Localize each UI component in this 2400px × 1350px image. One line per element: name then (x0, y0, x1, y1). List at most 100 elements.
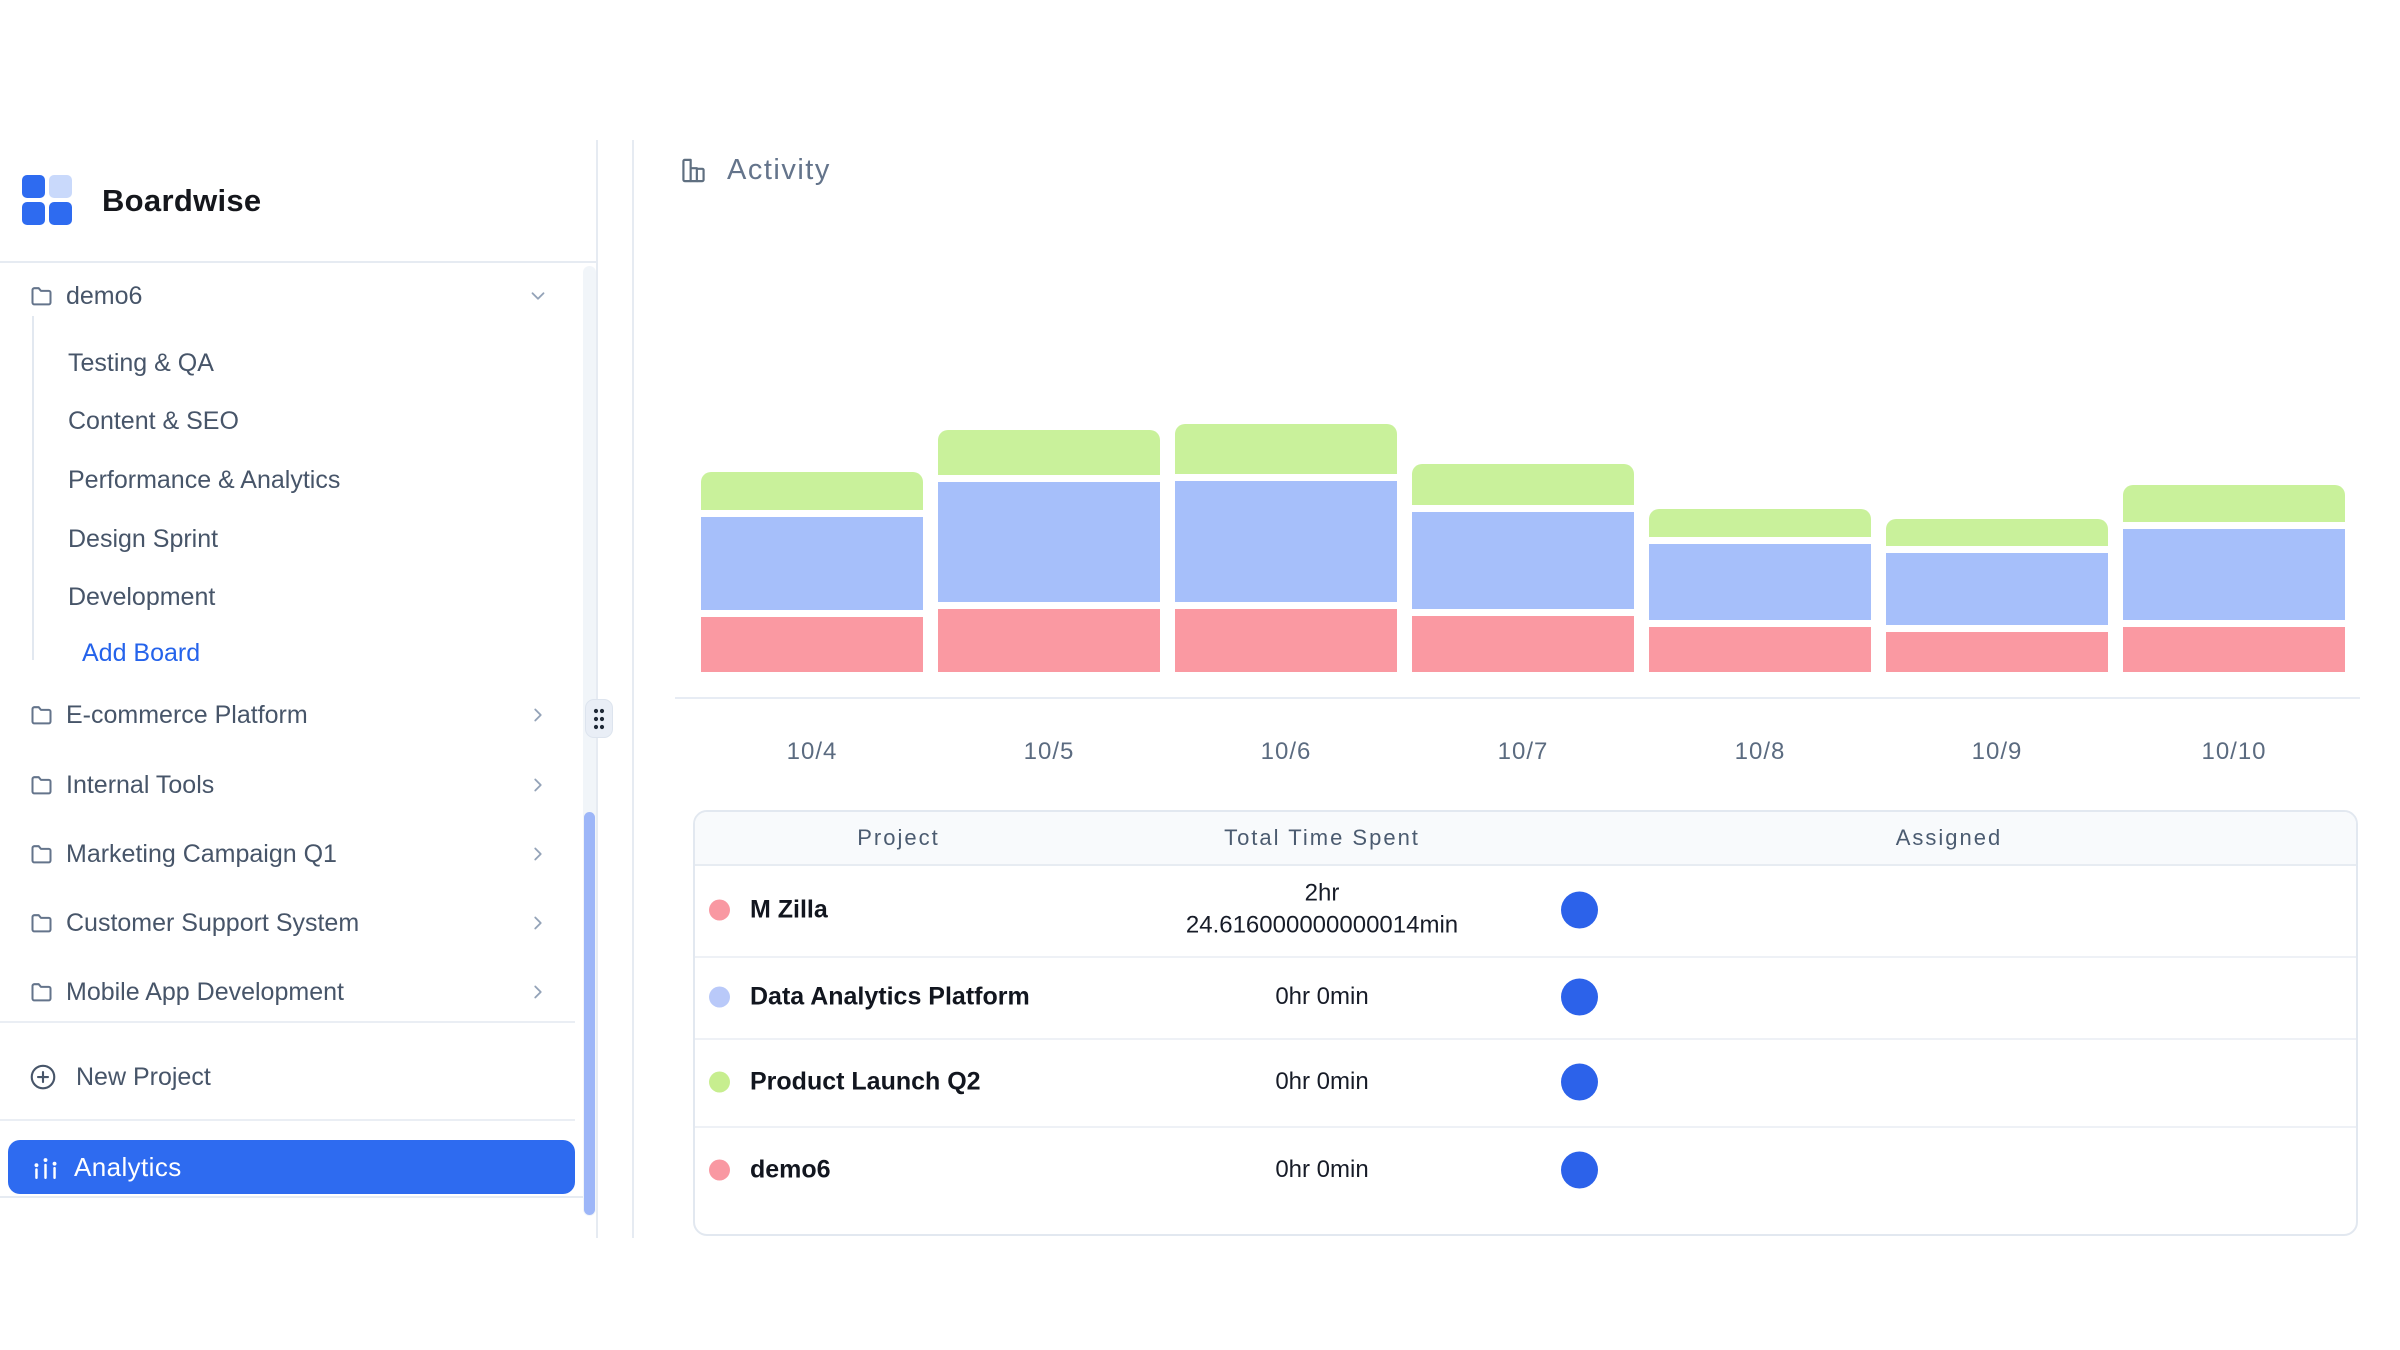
bar-segment (1412, 616, 1634, 672)
sidebar-divider (0, 261, 597, 263)
project-color-dot (709, 1160, 730, 1181)
sidebar-item-ecommerce-platform[interactable]: E-commerce Platform (0, 695, 597, 735)
sidebar-board-development[interactable]: Development (0, 577, 597, 617)
bar-10/7 (1412, 420, 1634, 672)
activity-table: Project Total Time Spent Assigned M Zill… (693, 810, 2358, 1236)
bar-segment (1886, 553, 2108, 625)
board-label: Content & SEO (68, 407, 239, 436)
bar-segment (1649, 509, 1871, 537)
sidebar-item-label: demo6 (66, 282, 142, 311)
bar-10/9 (1886, 420, 2108, 672)
x-axis-label: 10/9 (1886, 738, 2108, 766)
add-board-label: Add Board (82, 639, 200, 668)
board-label: Development (68, 583, 215, 612)
sidebar-border (596, 140, 598, 1238)
project-label: Mobile App Development (66, 978, 344, 1007)
bar-segment (701, 517, 923, 610)
sidebar-item-customer-support-system[interactable]: Customer Support System (0, 903, 597, 943)
sidebar-resize-handle[interactable] (585, 699, 613, 738)
project-name: Data Analytics Platform (750, 983, 1030, 1012)
assignee-avatar (1561, 979, 1598, 1016)
project-color-dot (709, 900, 730, 921)
bar-segment (1649, 627, 1871, 672)
x-axis-line (675, 697, 2360, 699)
bar-10/10 (2123, 420, 2345, 672)
project-name: M Zilla (750, 896, 828, 925)
bar-segment (1649, 544, 1871, 620)
folder-icon (28, 841, 55, 868)
bar-10/8 (1649, 420, 1871, 672)
sidebar-divider (0, 1119, 575, 1121)
bar-segment (1412, 512, 1634, 609)
project-color-dot (709, 1072, 730, 1093)
app-root: Boardwise demo6 Testing & QA Content & S… (0, 0, 2400, 1350)
folder-icon (28, 910, 55, 937)
bar-segment (1175, 609, 1397, 672)
bar-10/6 (1175, 420, 1397, 672)
board-label: Testing & QA (68, 349, 214, 378)
new-project-label: New Project (76, 1063, 211, 1092)
sidebar-bottom-border (0, 1196, 597, 1198)
bar-10/4 (701, 420, 923, 672)
sidebar-item-mobile-app-development[interactable]: Mobile App Development (0, 972, 597, 1012)
sidebar-board-performance-analytics[interactable]: Performance & Analytics (0, 460, 597, 500)
project-label: Marketing Campaign Q1 (66, 840, 337, 869)
bar-10/5 (938, 420, 1160, 672)
new-project-button[interactable]: New Project (0, 1057, 597, 1097)
panel-border (632, 140, 634, 1238)
board-label: Performance & Analytics (68, 466, 340, 495)
chevron-down-icon (527, 285, 549, 307)
x-axis-label: 10/10 (2123, 738, 2345, 766)
drag-handle-icon (592, 707, 606, 731)
sidebar-item-marketing-campaign-q1[interactable]: Marketing Campaign Q1 (0, 834, 597, 874)
add-board-button[interactable]: Add Board (0, 633, 597, 673)
bar-segment (2123, 627, 2345, 672)
bar-segment (1175, 481, 1397, 602)
assignee-avatar (1561, 892, 1598, 929)
x-axis-label: 10/8 (1649, 738, 1871, 766)
chevron-right-icon (527, 704, 549, 726)
column-header-assigned: Assigned (1542, 825, 2356, 851)
assignee-avatar (1561, 1064, 1598, 1101)
section-title: Activity (727, 154, 831, 187)
project-label: Internal Tools (66, 771, 214, 800)
bar-chart-bars (701, 420, 2360, 672)
x-axis-label: 10/4 (701, 738, 923, 766)
sidebar-board-testing-qa[interactable]: Testing & QA (0, 343, 597, 383)
table-row: Data Analytics Platform 0hr 0min (695, 956, 2356, 1040)
time-spent-value: 0hr 0min (1275, 1154, 1368, 1186)
project-label: Customer Support System (66, 909, 359, 938)
table-row: demo6 0hr 0min (695, 1126, 2356, 1234)
folder-icon (28, 702, 55, 729)
assignee-avatar (1561, 1152, 1598, 1189)
x-axis-label: 10/5 (938, 738, 1160, 766)
project-label: E-commerce Platform (66, 701, 308, 730)
bar-chart-icon (678, 155, 709, 186)
time-spent-value: 0hr 0min (1275, 1066, 1368, 1098)
chevron-right-icon (527, 774, 549, 796)
activity-header: Activity (678, 150, 831, 190)
x-axis-label: 10/6 (1175, 738, 1397, 766)
sidebar-board-content-seo[interactable]: Content & SEO (0, 401, 597, 441)
folder-icon (28, 283, 55, 310)
bar-segment (1886, 519, 2108, 546)
time-spent-value: 0hr 0min (1275, 981, 1368, 1013)
logo-grid-icon (22, 175, 74, 227)
bar-segment (701, 617, 923, 672)
bar-segment (2123, 485, 2345, 522)
bar-segment (938, 609, 1160, 672)
sidebar-board-design-sprint[interactable]: Design Sprint (0, 519, 597, 559)
table-header: Project Total Time Spent Assigned (695, 812, 2356, 866)
sidebar-divider (0, 1021, 575, 1023)
sidebar-scrollbar-thumb[interactable] (584, 812, 595, 1215)
bar-segment (2123, 529, 2345, 620)
sidebar-item-internal-tools[interactable]: Internal Tools (0, 765, 597, 805)
app-title: Boardwise (102, 183, 261, 219)
bar-segment (938, 482, 1160, 602)
chevron-right-icon (527, 912, 549, 934)
folder-icon (28, 772, 55, 799)
plus-circle-icon (28, 1062, 58, 1092)
bar-segment (1412, 464, 1634, 505)
analytics-button[interactable]: Analytics (8, 1140, 575, 1194)
sidebar-item-demo6[interactable]: demo6 (0, 276, 597, 316)
